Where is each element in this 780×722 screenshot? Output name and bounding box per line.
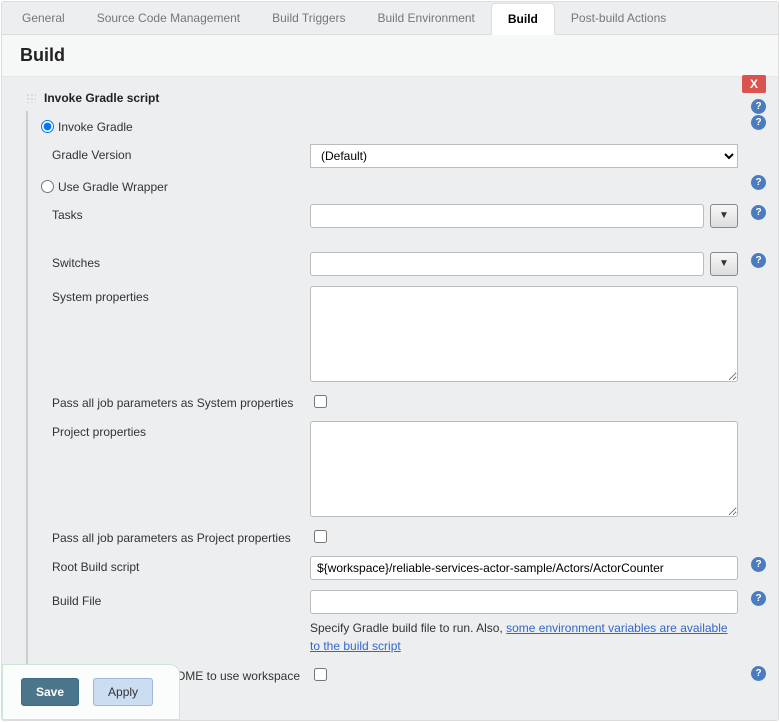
pass-system-properties-label: Pass all job parameters as System proper… [52,392,310,410]
build-file-label: Build File [52,590,310,608]
gradle-version-select[interactable]: (Default) [310,144,738,168]
switches-input[interactable] [310,252,704,276]
save-button[interactable]: Save [21,678,79,706]
pass-project-properties-checkbox[interactable] [314,530,327,543]
config-panel: General Source Code Management Build Tri… [1,1,779,721]
build-step-header: Invoke Gradle script [24,85,766,111]
radio-use-gradle-wrapper-label: Use Gradle Wrapper [58,176,300,194]
help-icon[interactable]: ? [751,557,766,572]
help-icon[interactable]: ? [751,99,766,114]
drag-handle-icon[interactable] [26,93,36,103]
help-icon[interactable]: ? [751,205,766,220]
help-icon[interactable]: ? [751,175,766,190]
radio-use-gradle-wrapper[interactable] [41,180,54,193]
project-properties-textarea[interactable] [310,421,738,517]
radio-invoke-gradle[interactable] [41,120,54,133]
tab-general[interactable]: General [6,3,81,33]
help-icon[interactable]: ? [751,591,766,606]
switches-expand-button[interactable]: ▼ [710,252,738,276]
apply-button[interactable]: Apply [93,678,153,706]
root-build-script-input[interactable] [310,556,738,580]
build-step-body: Invoke Gradle ? Gradle Version (Default)… [26,111,766,693]
gradle-home-checkbox[interactable] [314,668,327,681]
tab-build-triggers[interactable]: Build Triggers [256,3,361,33]
page-title: Build [2,35,778,77]
help-icon[interactable]: ? [751,115,766,130]
pass-system-properties-checkbox[interactable] [314,395,327,408]
help-icon[interactable]: ? [751,666,766,681]
gradle-version-label: Gradle Version [52,144,310,162]
footer-action-bar: Save Apply [2,664,180,720]
pass-project-properties-label: Pass all job parameters as Project prope… [52,527,310,545]
project-properties-label: Project properties [52,421,310,439]
tab-build[interactable]: Build [491,3,555,35]
tab-bar: General Source Code Management Build Tri… [2,2,778,35]
help-icon[interactable]: ? [751,253,766,268]
switches-label: Switches [52,252,310,270]
build-file-input[interactable] [310,590,738,614]
tab-build-environment[interactable]: Build Environment [362,3,491,33]
system-properties-label: System properties [52,286,310,304]
root-build-script-label: Root Build script [52,556,310,574]
system-properties-textarea[interactable] [310,286,738,382]
build-step-title: Invoke Gradle script [44,91,159,105]
tab-scm[interactable]: Source Code Management [81,3,256,33]
tasks-label: Tasks [52,204,310,222]
delete-step-button[interactable]: X [742,75,766,93]
tasks-expand-button[interactable]: ▼ [710,204,738,228]
radio-invoke-gradle-label: Invoke Gradle [58,116,300,134]
tasks-input[interactable] [310,204,704,228]
build-file-note: Specify Gradle build file to run. Also, … [310,619,738,655]
tab-post-build-actions[interactable]: Post-build Actions [555,3,682,33]
